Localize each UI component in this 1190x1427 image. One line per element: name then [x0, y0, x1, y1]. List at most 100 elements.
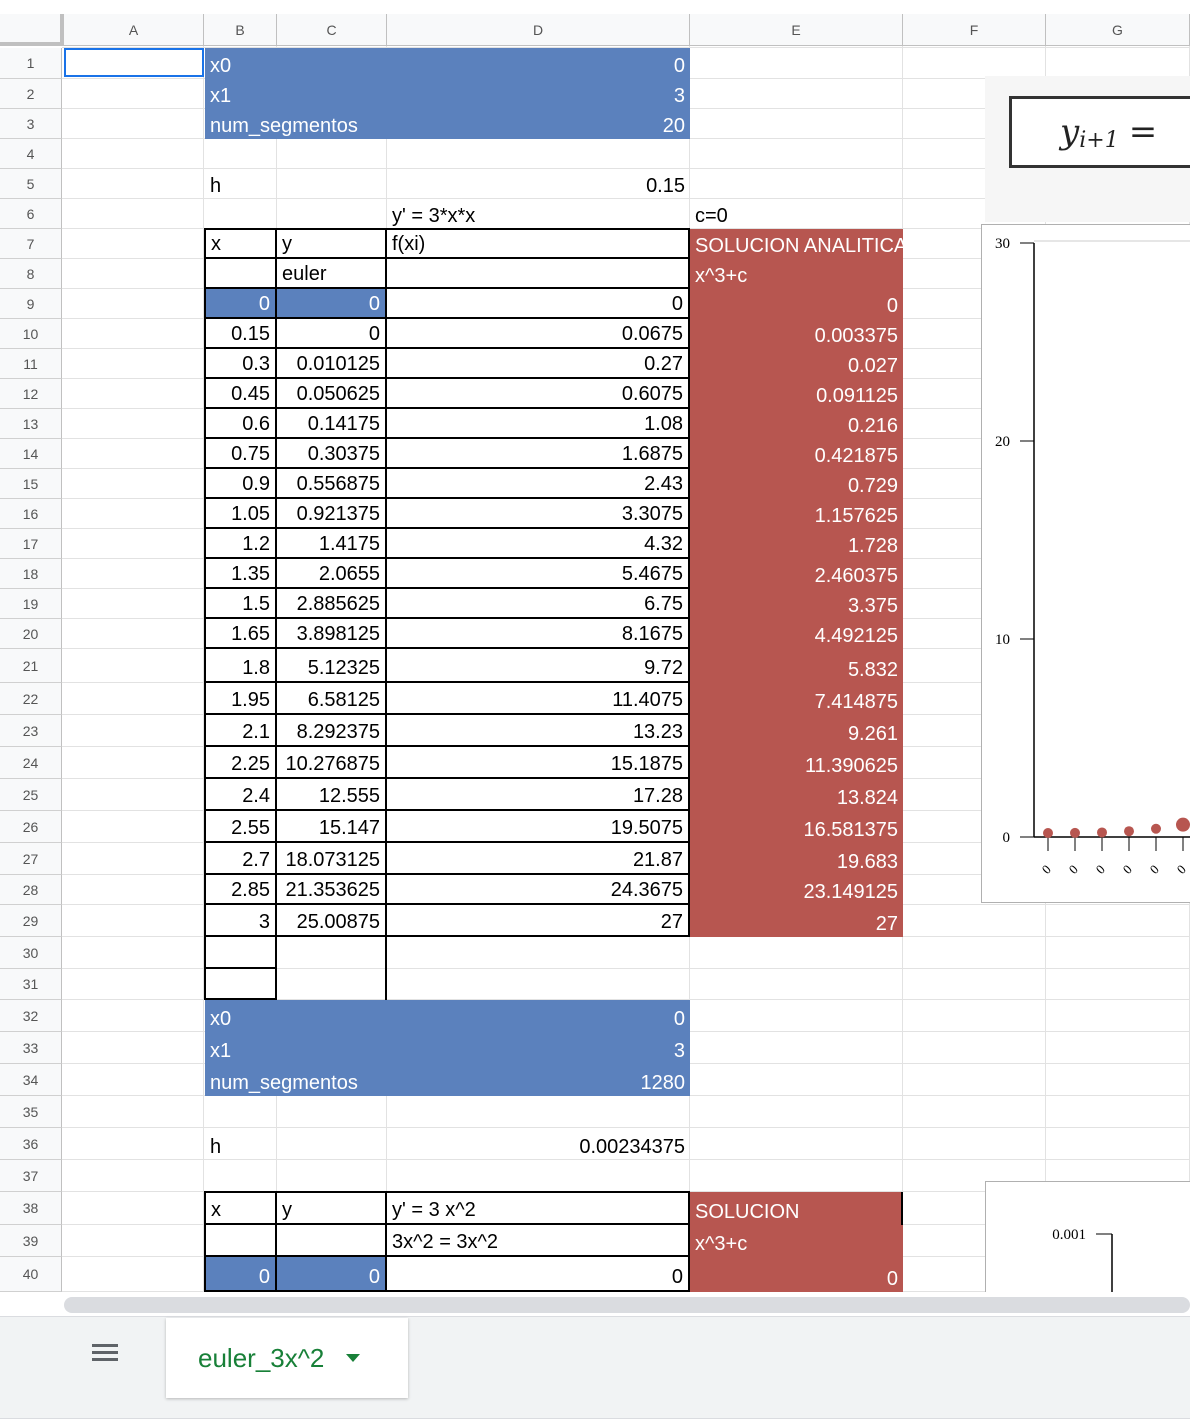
row-header-30[interactable]: 30 — [0, 937, 62, 969]
cell-e38[interactable]: SOLUCION — [690, 1192, 903, 1225]
cell-b20[interactable]: 1.65 — [206, 619, 277, 649]
row-header-28[interactable]: 28 — [0, 875, 62, 905]
row-header-32[interactable]: 32 — [0, 1000, 62, 1032]
cell-b19[interactable]: 1.5 — [206, 589, 277, 619]
cell-e8[interactable]: x^3+c — [690, 259, 903, 289]
cell-e24[interactable]: 11.390625 — [690, 747, 903, 779]
cell-d40[interactable]: 0 — [387, 1257, 690, 1292]
row-header-16[interactable]: 16 — [0, 499, 62, 529]
row-header-27[interactable]: 27 — [0, 843, 62, 875]
chart-euler-2[interactable]: 0.001 — [985, 1181, 1190, 1292]
cell-e17[interactable]: 1.728 — [690, 529, 903, 559]
row-header-2[interactable]: 2 — [0, 79, 62, 109]
column-header-d[interactable]: D — [387, 14, 690, 46]
cell-d26[interactable]: 19.5075 — [387, 811, 690, 843]
row-header-23[interactable]: 23 — [0, 715, 62, 747]
row-header-11[interactable]: 11 — [0, 349, 62, 379]
cell-d1[interactable]: 0 — [387, 48, 690, 79]
cell-d33[interactable]: 3 — [387, 1032, 690, 1064]
cell-b32[interactable]: x0 — [205, 1000, 387, 1032]
cell-b24[interactable]: 2.25 — [206, 747, 277, 779]
cell-d24[interactable]: 15.1875 — [387, 747, 690, 779]
cell-e39[interactable]: x^3+c — [690, 1225, 903, 1257]
cell-d6[interactable]: y' = 3*x*x — [387, 199, 690, 229]
cell-b16[interactable]: 1.05 — [206, 499, 277, 529]
cell-b34[interactable]: num_segmentos — [205, 1064, 387, 1096]
cell-e29[interactable]: 27 — [690, 905, 903, 937]
cell-b33[interactable]: x1 — [205, 1032, 387, 1064]
cell-d11[interactable]: 0.27 — [387, 349, 690, 379]
cell-d5[interactable]: 0.15 — [387, 169, 690, 199]
cell-c24[interactable]: 10.276875 — [277, 747, 387, 779]
cell-e7[interactable]: SOLUCION ANALITICA — [690, 229, 903, 259]
cell-e19[interactable]: 3.375 — [690, 589, 903, 619]
cell-d22[interactable]: 11.4075 — [387, 683, 690, 715]
cell-d19[interactable]: 6.75 — [387, 589, 690, 619]
cell-b14[interactable]: 0.75 — [206, 439, 277, 469]
row-header-22[interactable]: 22 — [0, 683, 62, 715]
cell-e9[interactable]: 0 — [690, 289, 903, 319]
cell-b26[interactable]: 2.55 — [206, 811, 277, 843]
row-header-18[interactable]: 18 — [0, 559, 62, 589]
row-header-25[interactable]: 25 — [0, 779, 62, 811]
cell-c23[interactable]: 8.292375 — [277, 715, 387, 747]
all-sheets-menu-icon[interactable] — [92, 1344, 118, 1368]
cell-e22[interactable]: 7.414875 — [690, 683, 903, 715]
horizontal-scrollbar[interactable] — [64, 1297, 1190, 1313]
cell-b12[interactable]: 0.45 — [206, 379, 277, 409]
cell-e6[interactable]: c=0 — [690, 199, 903, 229]
cell-b18[interactable]: 1.35 — [206, 559, 277, 589]
row-header-19[interactable]: 19 — [0, 589, 62, 619]
row-header-12[interactable]: 12 — [0, 379, 62, 409]
cell-e26[interactable]: 16.581375 — [690, 811, 903, 843]
cell-e16[interactable]: 1.157625 — [690, 499, 903, 529]
cell-d10[interactable]: 0.0675 — [387, 319, 690, 349]
row-header-26[interactable]: 26 — [0, 811, 62, 843]
cell-b2[interactable]: x1 — [205, 79, 387, 109]
cell-d32[interactable]: 0 — [387, 1000, 690, 1032]
cell-d23[interactable]: 13.23 — [387, 715, 690, 747]
column-header-g[interactable]: G — [1046, 14, 1190, 46]
row-header-36[interactable]: 36 — [0, 1128, 62, 1160]
cell-d12[interactable]: 0.6075 — [387, 379, 690, 409]
row-header-8[interactable]: 8 — [0, 259, 62, 289]
cell-e10[interactable]: 0.003375 — [690, 319, 903, 349]
cell-d20[interactable]: 8.1675 — [387, 619, 690, 649]
row-header-31[interactable]: 31 — [0, 969, 62, 1000]
row-header-34[interactable]: 34 — [0, 1064, 62, 1096]
cell-b7[interactable]: x — [206, 230, 277, 259]
row-header-17[interactable]: 17 — [0, 529, 62, 559]
column-header-e[interactable]: E — [690, 14, 903, 46]
cell-c20[interactable]: 3.898125 — [277, 619, 387, 649]
cell-d2[interactable]: 3 — [387, 79, 690, 109]
row-header-29[interactable]: 29 — [0, 905, 62, 937]
row-header-24[interactable]: 24 — [0, 747, 62, 779]
cell-c11[interactable]: 0.010125 — [277, 349, 387, 379]
cell-b11[interactable]: 0.3 — [206, 349, 277, 379]
cell-b28[interactable]: 2.85 — [206, 875, 277, 905]
cell-b23[interactable]: 2.1 — [206, 715, 277, 747]
cell-e11[interactable]: 0.027 — [690, 349, 903, 379]
cell-e20[interactable]: 4.492125 — [690, 619, 903, 649]
cell-b3[interactable]: num_segmentos — [205, 109, 387, 139]
cell-e15[interactable]: 0.729 — [690, 469, 903, 499]
cell-b25[interactable]: 2.4 — [206, 779, 277, 811]
cell-c15[interactable]: 0.556875 — [277, 469, 387, 499]
sheet-tab-euler[interactable]: euler_3x^2 — [166, 1318, 408, 1398]
row-header-39[interactable]: 39 — [0, 1225, 62, 1257]
cell-b30[interactable] — [206, 937, 277, 969]
cell-c19[interactable]: 2.885625 — [277, 589, 387, 619]
cell-d29[interactable]: 27 — [387, 905, 690, 937]
cell-c10[interactable]: 0 — [277, 319, 387, 349]
cell-d14[interactable]: 1.6875 — [387, 439, 690, 469]
cell-c14[interactable]: 0.30375 — [277, 439, 387, 469]
cell-c25[interactable]: 12.555 — [277, 779, 387, 811]
row-header-35[interactable]: 35 — [0, 1096, 62, 1128]
row-header-4[interactable]: 4 — [0, 139, 62, 169]
row-header-1[interactable]: 1 — [0, 48, 62, 79]
cell-e40[interactable]: 0 — [690, 1257, 903, 1292]
cell-d16[interactable]: 3.3075 — [387, 499, 690, 529]
cell-c8[interactable]: euler — [277, 259, 387, 289]
cell-b36[interactable]: h — [205, 1128, 277, 1160]
row-header-40[interactable]: 40 — [0, 1257, 62, 1292]
